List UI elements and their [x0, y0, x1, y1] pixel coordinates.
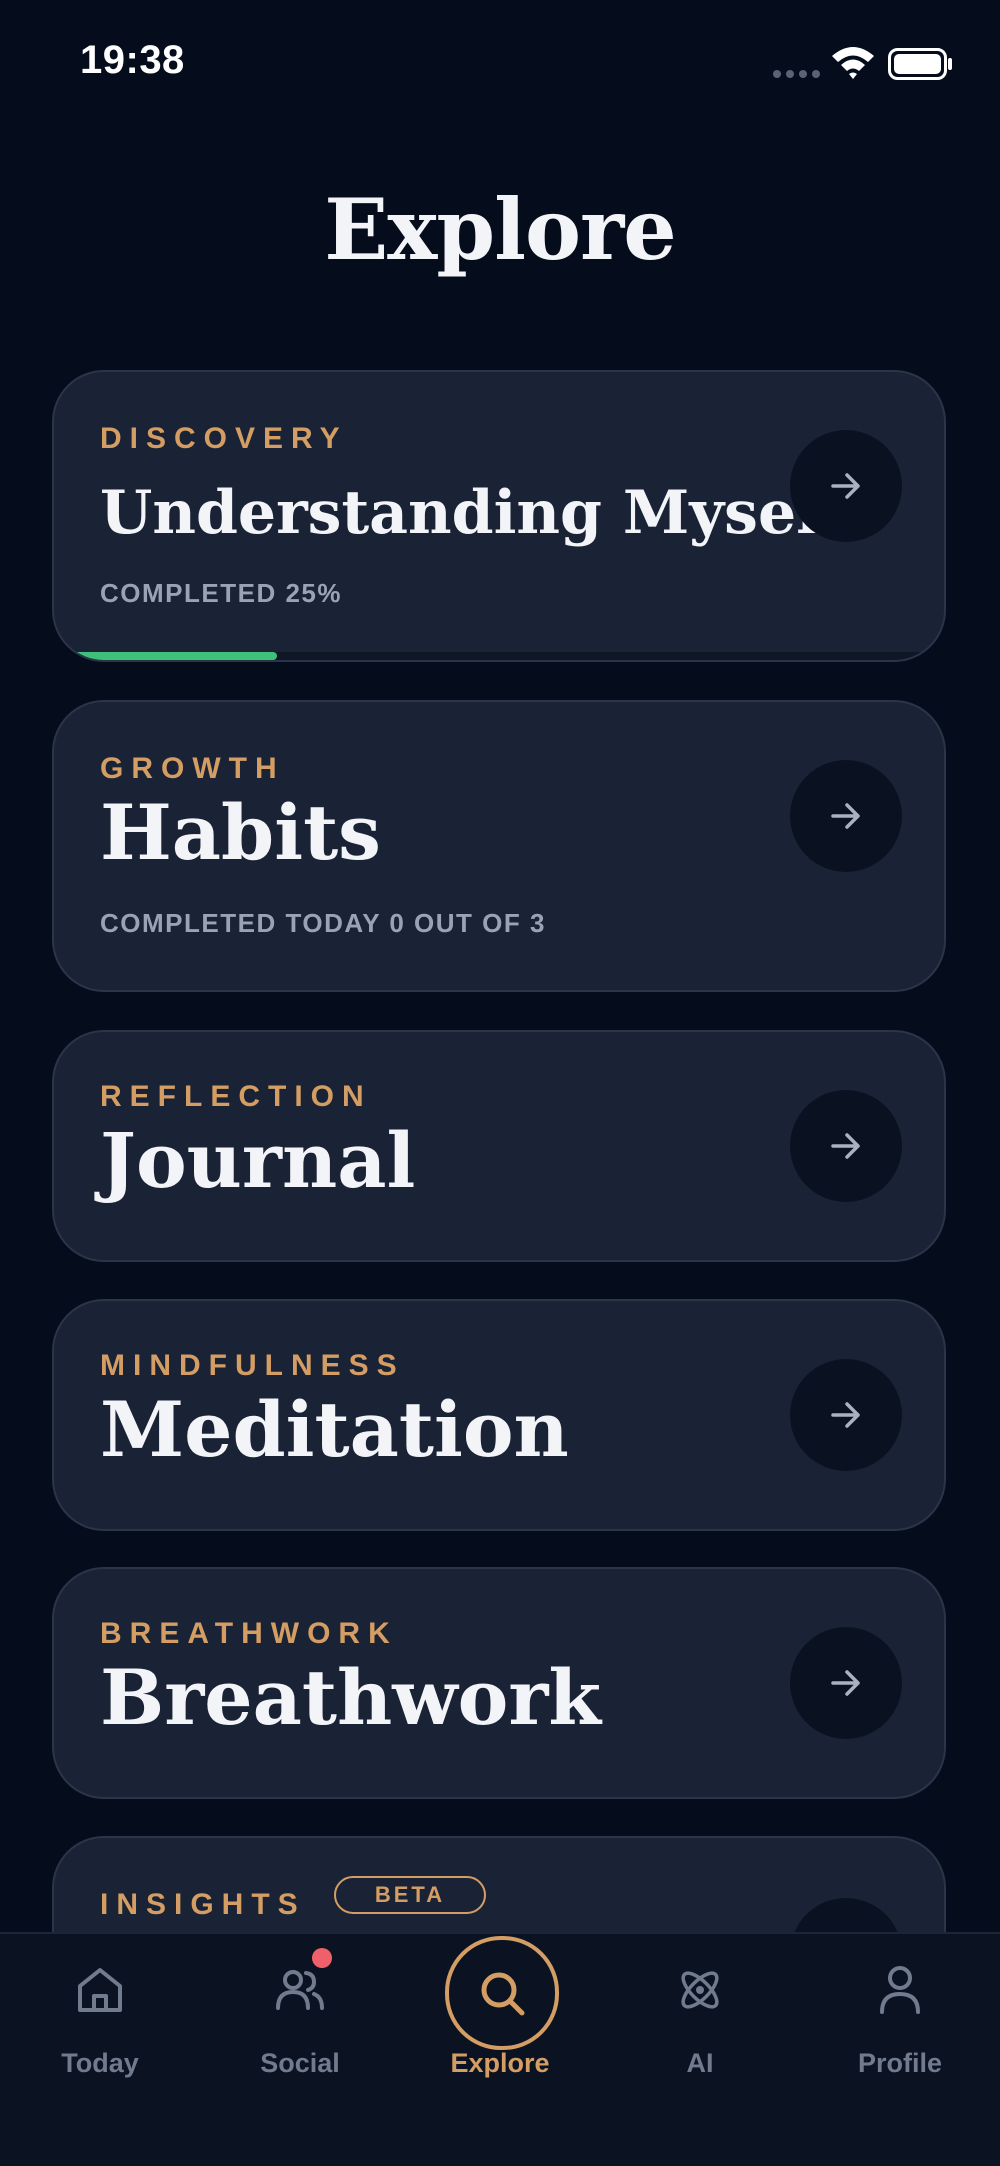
card-title: Habits [100, 788, 381, 877]
card-title: Understanding Myself [100, 478, 845, 548]
status-bar: 19:38 [0, 0, 1000, 130]
atom-icon [681, 1971, 719, 2009]
tab-explore[interactable]: Explore [400, 1934, 600, 2166]
card-mindfulness[interactable]: MINDFULNESS Meditation [52, 1299, 946, 1531]
open-discovery-button[interactable] [790, 430, 902, 542]
card-category: MINDFULNESS [100, 1349, 405, 1382]
search-icon [481, 1972, 525, 2016]
card-category: INSIGHTS [100, 1888, 306, 1921]
battery-icon [888, 48, 952, 80]
open-breathwork-button[interactable] [790, 1627, 902, 1739]
tab-social[interactable]: Social [200, 1934, 400, 2166]
card-category: GROWTH [100, 752, 285, 785]
card-title: Meditation [100, 1385, 569, 1474]
arrow-right-icon [831, 803, 860, 829]
card-subtitle: COMPLETED TODAY 0 OUT OF 3 [100, 908, 546, 938]
card-progress-label: COMPLETED 25% [100, 578, 342, 608]
card-breathwork[interactable]: BREATHWORK Breathwork [52, 1567, 946, 1799]
arrow-right-icon [831, 473, 860, 499]
beta-badge: BETA [334, 1876, 486, 1914]
bottom-tab-bar: Today Social Explore AI Profile [0, 1932, 1000, 2166]
tab-label: Social [260, 2048, 340, 2078]
user-icon [880, 1966, 920, 2014]
notification-dot [312, 1948, 332, 1968]
open-meditation-button[interactable] [790, 1359, 902, 1471]
tab-label: Profile [857, 2048, 943, 2078]
home-icon [78, 1968, 122, 2012]
progress-fill [54, 652, 277, 660]
tab-ai[interactable]: AI [600, 1934, 800, 2166]
users-icon [276, 1970, 324, 2010]
page-title: Explore [324, 180, 676, 279]
card-discovery[interactable]: DISCOVERY Understanding Myself COMPLETED… [52, 370, 946, 662]
tab-label: Explore [450, 2048, 550, 2078]
arrow-right-icon [831, 1402, 860, 1428]
card-reflection[interactable]: REFLECTION Journal [52, 1030, 946, 1262]
tab-label: Today [61, 2048, 139, 2078]
progress-bar [54, 652, 944, 660]
card-category: DISCOVERY [100, 422, 348, 455]
card-growth[interactable]: GROWTH Habits COMPLETED TODAY 0 OUT OF 3 [52, 700, 946, 992]
status-time: 19:38 [80, 38, 185, 82]
explore-active-ring [445, 1936, 559, 2050]
arrow-right-icon [831, 1133, 860, 1159]
open-habits-button[interactable] [790, 760, 902, 872]
open-journal-button[interactable] [790, 1090, 902, 1202]
arrow-right-icon [831, 1670, 860, 1696]
tab-today[interactable]: Today [0, 1934, 200, 2166]
card-title: Journal [100, 1116, 416, 1205]
tab-profile[interactable]: Profile [800, 1934, 1000, 2166]
card-title: Breathwork [100, 1653, 602, 1742]
tab-label: AI [686, 2048, 714, 2078]
cellular-signal-icon [773, 70, 821, 80]
card-category: REFLECTION [100, 1080, 372, 1113]
wifi-icon [832, 47, 874, 79]
card-category: BREATHWORK [100, 1617, 398, 1650]
